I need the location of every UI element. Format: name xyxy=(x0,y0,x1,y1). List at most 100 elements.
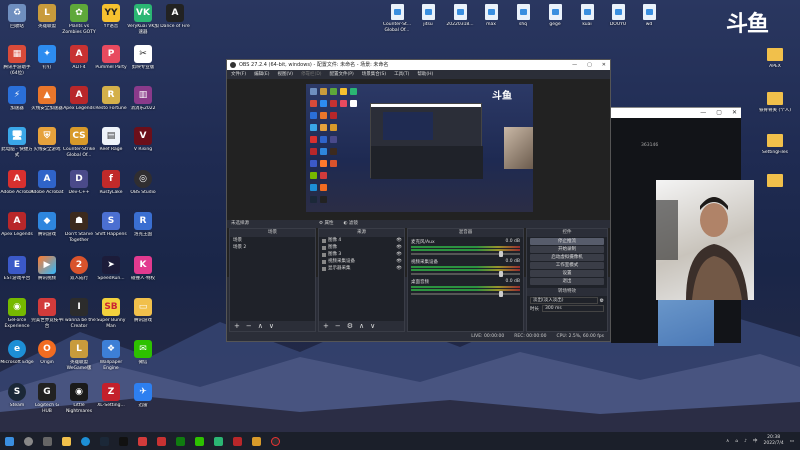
lol-shortcut[interactable]: L 英雄联盟 xyxy=(30,4,64,30)
start-virtual-camera-button[interactable]: 启动虚拟摄像机 xyxy=(530,254,604,261)
right-folder[interactable] xyxy=(758,172,792,190)
xunlei-shortcut[interactable]: ✈ 迅雷 xyxy=(126,383,160,409)
remove-icon[interactable]: − xyxy=(246,322,252,330)
exit-button[interactable]: 退出 xyxy=(530,278,604,285)
iwbtc-shortcut[interactable]: I I wanna be the Creator xyxy=(62,298,96,329)
edge-shortcut[interactable]: e Microsoft Edge xyxy=(0,340,34,366)
transition-select[interactable]: 淡出(淡入淡出) xyxy=(530,297,598,304)
visibility-eye-icon[interactable]: 👁 xyxy=(396,258,404,265)
filters-button[interactable]: ◐ 滤镜 xyxy=(343,220,357,228)
yy-shortcut[interactable]: YY YY语音 xyxy=(94,4,128,30)
clock[interactable]: 20:38 2022/7/4 xyxy=(764,435,784,447)
resto-shortcut[interactable]: R Resto Fortune xyxy=(94,86,128,112)
wechat-shortcut[interactable]: ✉ 微信 xyxy=(126,340,160,366)
visibility-eye-icon[interactable]: 👁 xyxy=(396,265,404,272)
visibility-eye-icon[interactable]: 👁 xyxy=(396,251,404,258)
pvz-shortcut[interactable]: ✿ Plants vs Zombies GOTY xyxy=(62,4,96,35)
menu-docks[interactable]: 停靠栏(D) xyxy=(301,70,321,79)
visibility-eye-icon[interactable]: 👁 xyxy=(396,237,404,244)
dance-of-fire-shortcut[interactable]: A Dance of Fire xyxy=(158,4,192,30)
chevron-up-icon[interactable]: ∧ xyxy=(726,439,729,444)
move-up-icon[interactable]: ∧ xyxy=(359,322,364,330)
top-file[interactable]: gege xyxy=(538,4,572,28)
acrobat2-shortcut[interactable]: A Adobe Acrobat xyxy=(30,170,64,196)
volume-slider[interactable] xyxy=(411,291,520,297)
stop-streaming-button[interactable]: 停止推流 xyxy=(530,238,604,245)
menu-file[interactable]: 文件(F) xyxy=(231,70,246,79)
recycle-bin-shortcut[interactable]: ♻ 回收站 xyxy=(0,4,34,30)
minimize-icon[interactable]: — xyxy=(700,109,706,116)
ghub-shortcut[interactable]: G Logitech G HUB xyxy=(30,383,64,414)
search-icon[interactable] xyxy=(24,436,33,446)
network-icon[interactable]: ⌂ xyxy=(735,439,738,444)
scene-item[interactable]: 场景 xyxy=(230,237,315,244)
verykuai-icon[interactable] xyxy=(214,436,223,446)
it-takes-two-shortcut[interactable]: 2 双人成行 xyxy=(62,256,96,282)
obs-icon[interactable] xyxy=(271,436,280,446)
volume-slider[interactable] xyxy=(411,271,520,277)
edge-icon[interactable] xyxy=(81,436,90,446)
gear-icon[interactable]: ⚙ xyxy=(600,298,604,304)
accelerator-shortcut[interactable]: ⚡ 加速器 xyxy=(0,86,34,112)
source-item[interactable]: 图像 3 👁 xyxy=(319,251,404,258)
right-folder[interactable]: 铁骨骨关 (个人) xyxy=(758,90,792,114)
settings-button[interactable]: 设置 xyxy=(530,270,604,277)
altf4-shortcut[interactable]: A ALTF4 xyxy=(62,45,96,71)
move-up-icon[interactable]: ∧ xyxy=(258,322,263,330)
obs-shortcut[interactable]: ◎ OBS Studio xyxy=(126,170,160,196)
menu-scene-collection[interactable]: 场景集合(S) xyxy=(362,70,386,79)
add-icon[interactable]: + xyxy=(234,322,240,330)
geforce-shortcut[interactable]: ◉ GeForce Experience xyxy=(0,298,34,329)
start-recording-button[interactable]: 开始录制 xyxy=(530,246,604,253)
roco-shortcut[interactable]: R 洛克王国 xyxy=(126,212,160,238)
studio-mode-button[interactable]: 工作室模式 xyxy=(530,262,604,269)
top-file[interactable]: jitsu xyxy=(411,4,445,28)
huoxian-accel-shortcut[interactable]: ▲ 火线安全加速器 xyxy=(30,86,64,112)
volume-slider[interactable] xyxy=(411,251,520,257)
volume-icon[interactable]: ♪ xyxy=(744,439,747,444)
app-icon[interactable] xyxy=(138,436,147,446)
slider-knob[interactable] xyxy=(499,291,503,297)
app-icon[interactable] xyxy=(252,436,261,446)
origin-shortcut[interactable]: O Origin xyxy=(30,340,64,366)
v-rising-shortcut[interactable]: V V Rising xyxy=(126,127,160,153)
dingtalk-shortcut[interactable]: ✦ 钉钉 xyxy=(30,45,64,71)
wallpaper-engine-shortcut[interactable]: ❖ Wallpaper Engine xyxy=(94,340,128,371)
csgo-shortcut[interactable]: CS Counter-Strike Global Of... xyxy=(62,127,96,158)
rustylake-shortcut[interactable]: f RustyLake xyxy=(94,170,128,196)
reef-rage-shortcut[interactable]: ▤ Reef Rage xyxy=(94,127,128,153)
obs-window[interactable]: OBS 27.2.4 (64-bit, windows) - 配置文件: 未命名… xyxy=(226,59,611,342)
task-view-icon[interactable] xyxy=(43,436,52,446)
menu-tools[interactable]: 工具(T) xyxy=(394,70,409,79)
visibility-eye-icon[interactable]: 👁 xyxy=(396,244,404,251)
right-folder[interactable]: SettingFiles xyxy=(758,132,792,156)
add-icon[interactable]: + xyxy=(323,322,329,330)
source-item[interactable]: 显示器采集 👁 xyxy=(319,265,404,272)
menu-view[interactable]: 视图(V) xyxy=(277,70,293,79)
move-down-icon[interactable]: ∨ xyxy=(370,322,375,330)
dst-shortcut[interactable]: ☗ Don't Starve Together xyxy=(62,212,96,243)
menu-help[interactable]: 帮助(H) xyxy=(417,70,433,79)
file-explorer-icon[interactable] xyxy=(62,436,71,446)
lol-wegame-shortcut[interactable]: L 英雄联盟 WeGame版 xyxy=(62,340,96,371)
wechat-icon[interactable] xyxy=(195,436,204,446)
source-item[interactable]: 视频采集设备 👁 xyxy=(319,258,404,265)
top-file[interactable]: DOUYU xyxy=(601,4,635,28)
xiaoxiaole-shortcut[interactable]: ▥ 消消乐2022 xyxy=(126,86,160,112)
notification-icon[interactable]: ▭ xyxy=(790,439,794,444)
menu-profile[interactable]: 配置文件(P) xyxy=(330,70,354,79)
devcpp-shortcut[interactable]: D Dev-C++ xyxy=(62,170,96,196)
minimize-icon[interactable]: — xyxy=(572,60,577,70)
little-nightmares-shortcut[interactable]: ◉ Little Nightmares xyxy=(62,383,96,414)
speedrun-shortcut[interactable]: ➤ SpeedRun... xyxy=(94,256,128,282)
close-icon[interactable]: ✕ xyxy=(732,109,737,116)
duration-input[interactable]: 300 ms xyxy=(542,305,604,312)
source-item[interactable]: 图像 4 👁 xyxy=(319,237,404,244)
top-file[interactable]: wd xyxy=(632,4,666,28)
right-folder[interactable]: APEX xyxy=(758,46,792,70)
shift-happens-shortcut[interactable]: S Shift Happens xyxy=(94,212,128,238)
est-shortcut[interactable]: E EST游戏平台 xyxy=(0,256,34,282)
super-bunny-shortcut[interactable]: SB Super Bunny Man xyxy=(94,298,128,329)
input-language[interactable]: 中 xyxy=(753,438,758,444)
remove-icon[interactable]: − xyxy=(335,322,341,330)
